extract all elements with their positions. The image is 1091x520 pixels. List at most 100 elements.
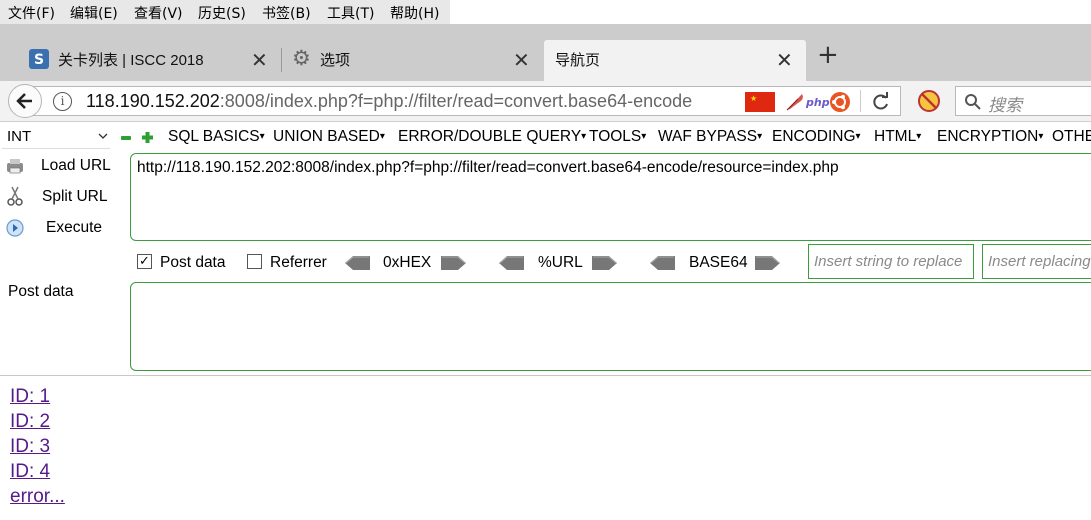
menu-label: ERROR/DOUBLE QUERY (398, 128, 582, 145)
search-box[interactable]: 搜索 (955, 86, 1091, 116)
post-data-checkbox-label: Post data (160, 254, 226, 271)
menu-edit[interactable]: 编辑(E) (70, 3, 118, 23)
menu-bar: 文件(F) 编辑(E) 查看(V) 历史(S) 书签(B) 工具(T) 帮助(H… (0, 0, 1091, 24)
separator (860, 90, 861, 112)
hex-label: 0xHEX (383, 254, 432, 271)
replace-input[interactable]: Insert string to replace (808, 244, 974, 279)
menu-label: UNION BASED (273, 128, 380, 145)
menu-history[interactable]: 历史(S) (198, 3, 246, 23)
post-data-textarea[interactable] (130, 282, 1091, 371)
tab-label: 关卡列表 | ISCC 2018 (58, 52, 204, 69)
tab-navigation[interactable]: 导航页 ✕ (544, 40, 806, 81)
url-rest: :8008/index.php?f=php://filter/read=conv… (219, 91, 693, 111)
menu-encoding[interactable]: ENCODING▾ (772, 128, 861, 146)
php-icon[interactable]: php (805, 93, 831, 111)
post-data-label: Post data (8, 283, 74, 300)
hex-encode-arrow-icon[interactable] (440, 254, 468, 272)
menu-html[interactable]: HTML▾ (874, 128, 921, 146)
menu-label: HTML (874, 128, 917, 145)
tab-label: 选项 (320, 52, 351, 69)
menu-sql-basics[interactable]: SQL BASICS▾ (168, 128, 265, 146)
back-arrow-icon (16, 93, 32, 109)
load-url-icon (7, 159, 23, 174)
close-icon[interactable]: ✕ (513, 50, 530, 70)
link-id-3[interactable]: ID: 3 (10, 436, 50, 458)
link-id-2[interactable]: ID: 2 (10, 411, 50, 433)
menu-encryption[interactable]: ENCRYPTION▾ (937, 128, 1043, 146)
menu-label: TOOLS (589, 128, 642, 145)
info-icon[interactable]: i (53, 92, 72, 111)
site-favicon-icon: S (29, 49, 49, 69)
replacing-input[interactable]: Insert replacing string (982, 244, 1091, 279)
tab-label: 导航页 (555, 52, 601, 69)
menu-tools[interactable]: 工具(T) (327, 3, 374, 23)
type-select-value: INT (7, 128, 32, 145)
minus-icon[interactable] (120, 132, 132, 144)
menu-file[interactable]: 文件(F) (8, 3, 55, 23)
china-flag-icon: ★ (745, 92, 775, 112)
svg-text:★: ★ (750, 94, 757, 103)
search-placeholder: 搜索 (988, 96, 1022, 116)
search-icon (965, 94, 981, 110)
reload-icon[interactable] (871, 92, 891, 112)
menu-label: WAF BYPASS (658, 128, 758, 145)
base64-encode-arrow-icon[interactable] (754, 254, 782, 272)
menu-bookmarks[interactable]: 书签(B) (262, 3, 311, 23)
link-error[interactable]: error... (10, 486, 65, 508)
execute-button[interactable]: Execute (46, 219, 102, 237)
link-id-1[interactable]: ID: 1 (10, 386, 50, 408)
url-textarea[interactable]: http://118.190.152.202:8008/index.php?f=… (130, 153, 1091, 241)
url-decode-arrow-icon[interactable] (497, 254, 525, 272)
url-bar[interactable]: i 118.190.152.202:8008/index.php?f=php:/… (26, 86, 901, 116)
menu-label: ENCRYPTION (937, 128, 1039, 145)
divider (0, 375, 1091, 376)
svg-text:S: S (34, 52, 44, 68)
post-data-checkbox[interactable]: ✓ (137, 254, 152, 269)
chevron-down-icon (98, 133, 108, 139)
menu-waf-bypass[interactable]: WAF BYPASS▾ (658, 128, 762, 146)
menu-union-based[interactable]: UNION BASED▾ (273, 128, 385, 146)
ubuntu-icon[interactable] (829, 91, 851, 113)
plus-icon[interactable] (141, 131, 154, 144)
navigation-bar: i 118.190.152.202:8008/index.php?f=php:/… (0, 81, 1091, 122)
referrer-checkbox[interactable] (247, 254, 262, 269)
url-text[interactable]: 118.190.152.202:8008/index.php?f=php://f… (86, 91, 742, 112)
menu-bar-background: 文件(F) 编辑(E) 查看(V) 历史(S) 书签(B) 工具(T) 帮助(H… (0, 0, 450, 24)
new-tab-icon[interactable]: + (817, 42, 839, 68)
url-encode-arrow-icon[interactable] (591, 254, 619, 272)
url-encoding-label: %URL (538, 254, 583, 271)
load-url-button[interactable]: Load URL (41, 157, 111, 175)
split-url-button[interactable]: Split URL (42, 188, 107, 206)
referrer-checkbox-label: Referrer (270, 254, 327, 271)
menu-label: OTHE (1052, 128, 1091, 145)
link-id-4[interactable]: ID: 4 (10, 461, 50, 483)
replacing-input-placeholder: Insert replacing string (988, 253, 1091, 270)
feather-icon[interactable] (784, 91, 806, 113)
back-button[interactable] (8, 84, 42, 118)
replace-input-placeholder: Insert string to replace (814, 253, 963, 270)
tab-iscc[interactable]: S 关卡列表 | ISCC 2018 ✕ (14, 40, 276, 81)
hackbar-toolbar: INT SQL BASICS▾ UNION BASED▾ ERROR/DOUBL… (0, 122, 1091, 152)
hex-decode-arrow-icon[interactable] (343, 254, 371, 272)
menu-label: ENCODING (772, 128, 856, 145)
url-textarea-value: http://118.190.152.202:8008/index.php?f=… (137, 159, 839, 176)
menu-help[interactable]: 帮助(H) (390, 3, 439, 23)
tab-separator (281, 48, 282, 72)
scissors-icon (7, 186, 23, 206)
tab-options[interactable]: ⚙ 选项 ✕ (284, 40, 542, 81)
type-select[interactable]: INT (2, 126, 110, 149)
close-icon[interactable]: ✕ (251, 50, 268, 70)
menu-error-double-query[interactable]: ERROR/DOUBLE QUERY▾ (398, 128, 586, 146)
adblock-icon[interactable] (917, 89, 941, 113)
base64-label: BASE64 (689, 254, 748, 271)
close-icon[interactable]: ✕ (776, 50, 793, 70)
url-host: 118.190.152.202 (86, 91, 220, 111)
menu-label: SQL BASICS (168, 128, 260, 145)
execute-icon (6, 219, 24, 237)
base64-decode-arrow-icon[interactable] (648, 254, 676, 272)
svg-text:php: php (805, 96, 830, 109)
menu-tools[interactable]: TOOLS▾ (589, 128, 646, 146)
menu-view[interactable]: 查看(V) (134, 3, 183, 23)
menu-other[interactable]: OTHE (1052, 128, 1091, 146)
gear-icon: ⚙ (292, 46, 311, 70)
